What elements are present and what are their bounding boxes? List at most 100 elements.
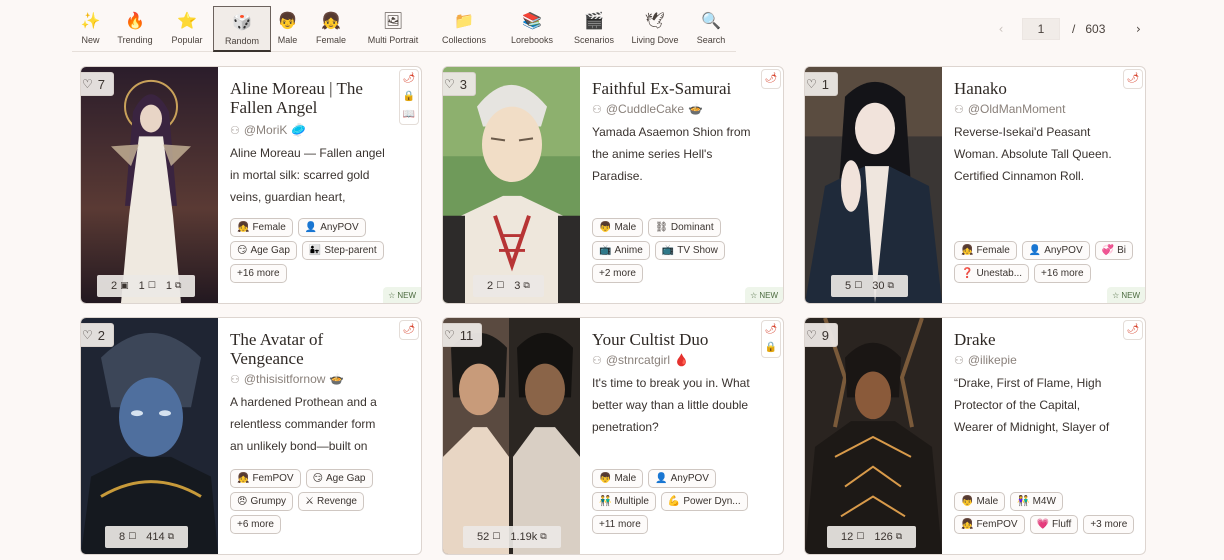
- author-link[interactable]: ⚇ @stnrcatgirl 🩸: [592, 353, 753, 367]
- card-title[interactable]: Hanako: [954, 79, 1115, 98]
- tag[interactable]: ❓ Unestab...: [954, 264, 1030, 283]
- tag-icon: 👤: [1028, 245, 1042, 256]
- character-portrait[interactable]: ♡ 7 2 ▣ 1 ☐ 1 ⧉: [81, 67, 218, 303]
- likes-badge[interactable]: ♡ 7: [81, 72, 114, 96]
- tag-label: Fluff: [1052, 519, 1072, 530]
- card-title[interactable]: Drake: [954, 330, 1115, 349]
- character-card[interactable]: ♡ 2 8 ☐ 414 ⧉ The Avatar of Vengeance ⚇ @thi…: [80, 317, 422, 555]
- nav-label: Female: [315, 35, 346, 45]
- tag[interactable]: 👦 Male: [592, 218, 644, 237]
- page-number-input[interactable]: 1: [1022, 18, 1060, 40]
- author-link[interactable]: ⚇ @thisisitfornow 🍲: [230, 372, 391, 386]
- author-link[interactable]: ⚇ @MoriK 🥏: [230, 123, 391, 137]
- person-icon: ⚇: [592, 102, 602, 116]
- tag[interactable]: 👬 Multiple: [592, 492, 656, 511]
- tag[interactable]: 👨‍👧 Step-parent: [301, 241, 384, 260]
- character-card[interactable]: ♡ 1 5 ☐ 30 ⧉ Hanako ⚇ @OldManMoment Reverse-…: [804, 66, 1146, 304]
- tag[interactable]: 👧 FemPOV: [230, 469, 301, 488]
- tag[interactable]: ⛓ Dominant: [648, 218, 721, 237]
- tag-icon: 👦: [599, 222, 612, 233]
- tag[interactable]: 👦 Male: [592, 469, 644, 488]
- nav-female[interactable]: 👧 Female: [304, 6, 358, 52]
- more-tags-button[interactable]: +11 more: [592, 515, 648, 534]
- author-link[interactable]: ⚇ @OldManMoment: [954, 102, 1115, 116]
- likes-badge[interactable]: ♡ 2: [81, 323, 114, 347]
- card-description: It's time to break you in. What better w…: [592, 376, 750, 434]
- more-tags-button[interactable]: +2 more: [592, 264, 643, 283]
- nav-male[interactable]: 👦 Male: [271, 6, 304, 52]
- character-portrait[interactable]: ♡ 9 12 ☐ 126 ⧉: [805, 318, 942, 554]
- tag-list: 👧 Female 👤 AnyPOV 💞 Bi ❓ Unestab... +16 more: [954, 241, 1135, 283]
- likes-badge[interactable]: ♡ 9: [805, 323, 838, 347]
- likes-badge[interactable]: ♡ 3: [443, 72, 476, 96]
- tag[interactable]: 😏 Age Gap: [230, 241, 297, 260]
- tag[interactable]: ⚔ Revenge: [298, 492, 364, 511]
- card-title[interactable]: Faithful Ex-Samurai: [592, 79, 753, 98]
- more-tags-button[interactable]: +3 more: [1083, 515, 1135, 534]
- tag[interactable]: 📺 Anime: [592, 241, 650, 260]
- nav-new[interactable]: ✨ New: [72, 6, 109, 52]
- tag[interactable]: 👧 Female: [954, 241, 1017, 260]
- tag[interactable]: 👤 AnyPOV: [297, 218, 366, 237]
- character-portrait[interactable]: ♡ 3 2 ☐ 3 ⧉: [443, 67, 580, 303]
- tag[interactable]: 💞 Bi: [1094, 241, 1133, 260]
- tag-label: +11 more: [599, 519, 641, 530]
- girl-icon: 👧: [321, 11, 341, 30]
- tag-label: Multiple: [614, 496, 649, 507]
- nav-search[interactable]: 🔍 Search: [686, 6, 736, 52]
- card-title[interactable]: Your Cultist Duo: [592, 330, 753, 349]
- chili-icon: 🌶: [1126, 73, 1140, 84]
- stats-bar: 52 ☐ 1.19k ⧉: [463, 526, 561, 548]
- tag-label: Male: [976, 496, 999, 507]
- character-portrait[interactable]: ♡ 2 8 ☐ 414 ⧉: [81, 318, 218, 554]
- tag[interactable]: 💪 Power Dyn...: [660, 492, 748, 511]
- character-card[interactable]: ♡ 3 2 ☐ 3 ⧉ Faithful Ex-Samurai ⚇ @CuddleCak…: [442, 66, 784, 304]
- tag-label: +16 more: [1041, 268, 1084, 279]
- tag[interactable]: 👤 AnyPOV: [1021, 241, 1090, 260]
- likes-count: 1: [821, 76, 829, 92]
- author-link[interactable]: ⚇ @ilikepie: [954, 353, 1115, 367]
- prev-page-button[interactable]: ‹: [990, 22, 1012, 36]
- nav-lorebooks[interactable]: 📚 Lorebooks: [500, 6, 564, 52]
- tag[interactable]: 😠 Grumpy: [230, 492, 293, 511]
- tag[interactable]: 📺 TV Show: [654, 241, 725, 260]
- comment-icon: ☐: [856, 532, 865, 542]
- likes-badge[interactable]: ♡ 1: [805, 72, 838, 96]
- nav-scenarios[interactable]: 🎬 Scenarios: [564, 6, 624, 52]
- tag[interactable]: 😏 Age Gap: [305, 469, 373, 488]
- nav-random[interactable]: 🎲 Random: [213, 6, 271, 52]
- character-portrait[interactable]: ♡ 11 52 ☐ 1.19k ⧉: [443, 318, 580, 554]
- person-icon: ⚇: [954, 353, 964, 367]
- tag-icon: ⛓: [655, 222, 668, 233]
- chili-icon: 🌶: [764, 324, 778, 335]
- lock-icon: 🔒: [402, 91, 416, 102]
- character-card[interactable]: ♡ 11 52 ☐ 1.19k ⧉ Your Cultist Duo ⚇ @stnrca…: [442, 317, 784, 555]
- next-page-button[interactable]: ›: [1127, 22, 1149, 36]
- tag[interactable]: 👤 AnyPOV: [648, 469, 716, 488]
- character-card[interactable]: ♡ 7 2 ▣ 1 ☐ 1 ⧉ Aline Moreau | The Fallen An…: [80, 66, 422, 304]
- tag[interactable]: 💗 Fluff: [1029, 515, 1079, 534]
- likes-badge[interactable]: ♡ 11: [443, 323, 483, 347]
- nav-popular[interactable]: ⭐ Popular: [161, 6, 213, 52]
- tag-icon: 👦: [599, 473, 612, 484]
- nav-living-dove[interactable]: 🕊 Living Dove: [624, 6, 686, 52]
- author-link[interactable]: ⚇ @CuddleCake 🍲: [592, 102, 753, 116]
- nav-label: Trending: [117, 35, 153, 45]
- tag[interactable]: 👦 Male: [954, 492, 1006, 511]
- card-title[interactable]: Aline Moreau | The Fallen Angel Adoptive…: [230, 79, 391, 119]
- more-tags-button[interactable]: +16 more: [1034, 264, 1091, 283]
- nav-multi-portrait[interactable]: 🖼 Multi Portrait: [358, 6, 428, 52]
- nav-trending[interactable]: 🔥 Trending: [109, 6, 161, 52]
- character-portrait[interactable]: ♡ 1 5 ☐ 30 ⧉: [805, 67, 942, 303]
- card-description: Yamada Asaemon Shion from the anime seri…: [592, 125, 751, 183]
- more-tags-button[interactable]: +16 more: [230, 264, 287, 283]
- tag[interactable]: 👫 M4W: [1010, 492, 1063, 511]
- more-tags-button[interactable]: +6 more: [230, 515, 281, 534]
- nav-collections[interactable]: 📁 Collections: [428, 6, 500, 52]
- card-title[interactable]: The Avatar of Vengeance: [230, 330, 391, 368]
- tag-icon: 😏: [237, 245, 248, 256]
- tag[interactable]: 👧 FemPOV: [954, 515, 1025, 534]
- tag-list: 👦 Male 👫 M4W 👧 FemPOV 💗 Fluff +3 more: [954, 492, 1135, 534]
- tag[interactable]: 👧 Female: [230, 218, 293, 237]
- character-card[interactable]: ♡ 9 12 ☐ 126 ⧉ Drake ⚇ @ilikepie “Drake, Fir…: [804, 317, 1146, 555]
